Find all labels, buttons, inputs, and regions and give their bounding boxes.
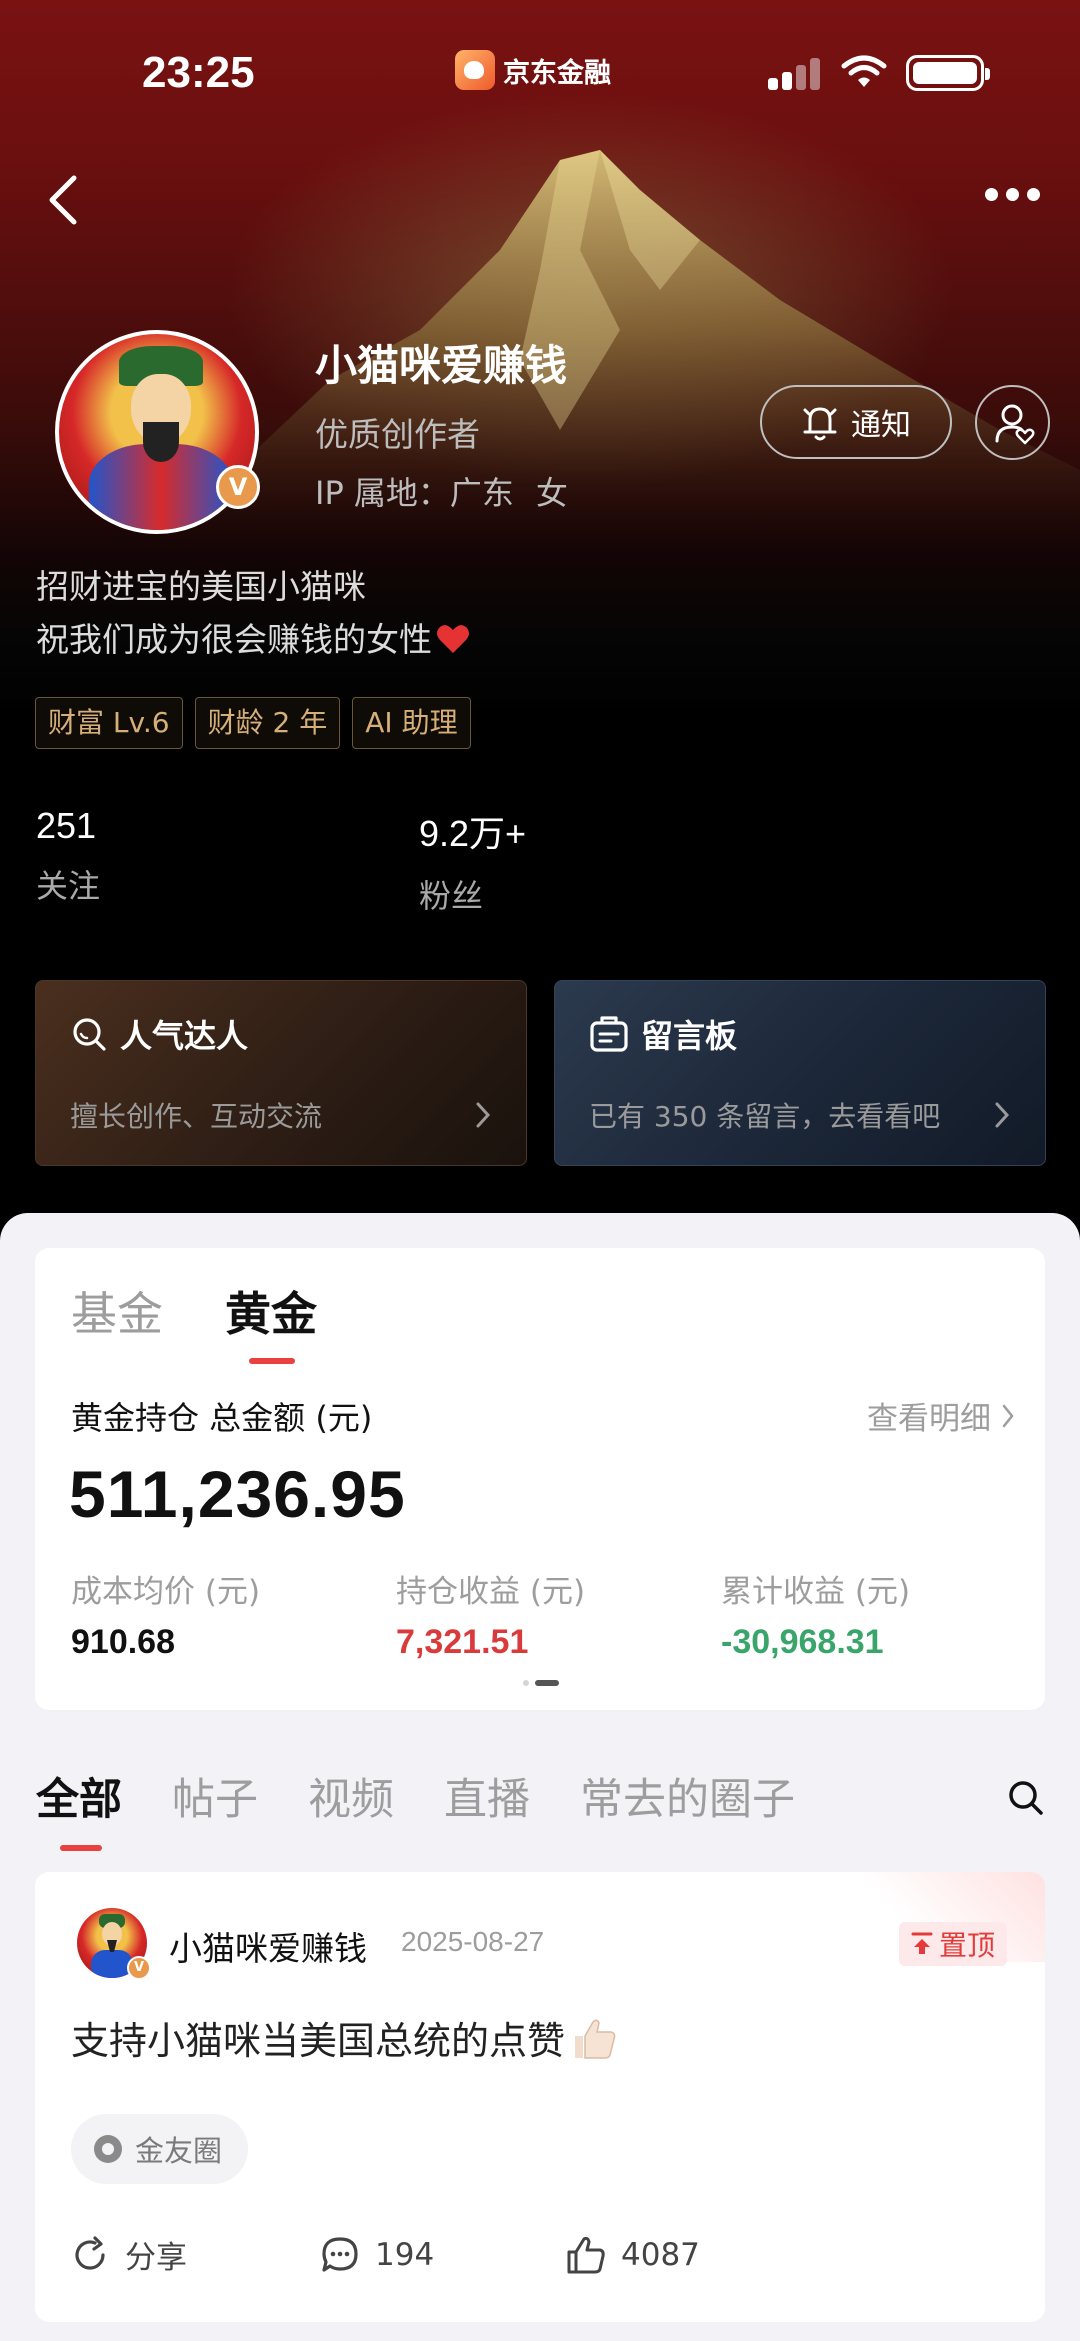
comment-button[interactable]: 194: [319, 2232, 565, 2277]
message-board-card[interactable]: 留言板 已有 350 条留言，去看看吧: [554, 980, 1046, 1166]
tab-live[interactable]: 直播: [444, 1765, 530, 1827]
stat-holding-profit: 持仓收益 (元) 7,321.51: [396, 1566, 585, 1662]
cellular-signal-icon: [768, 58, 822, 90]
search-icon[interactable]: [1006, 1778, 1046, 1818]
followers-count: 9.2万+: [419, 813, 527, 854]
message-board-title: 留言板: [641, 1017, 738, 1055]
post-actions: 分享 194 4087: [71, 2232, 700, 2277]
message-board-subtitle: 已有 350 条留言，去看看吧: [589, 1100, 941, 1133]
stat-total-profit: 累计收益 (元) -30,968.31: [721, 1566, 910, 1662]
profile-location: IP 属地：广东女: [315, 468, 568, 514]
following-label: 关注: [36, 867, 101, 905]
holding-profit-value: 7,321.51: [396, 1623, 529, 1661]
comment-icon: [322, 2236, 358, 2272]
bio-line-2: 祝我们成为很会赚钱的女性: [36, 620, 432, 659]
post-card[interactable]: V 小猫咪爱赚钱 2025-08-27 置顶 支持小猫咪当美国总统的点赞 金友圈…: [35, 1872, 1045, 2322]
followers-label: 粉丝: [419, 877, 484, 915]
thumbs-up-icon: [567, 2236, 605, 2273]
more-options-icon[interactable]: [985, 188, 1040, 201]
holdings-total: 511,236.95: [69, 1457, 406, 1531]
page-indicator: [523, 1680, 559, 1686]
verified-badge-icon: V: [127, 1956, 151, 1980]
bio-line-1: 招财进宝的美国小猫咪: [36, 567, 366, 606]
stat-cost-avg: 成本均价 (元) 910.68: [71, 1566, 260, 1662]
popular-creator-subtitle: 擅长创作、互动交流: [70, 1100, 323, 1133]
holdings-title: 黄金持仓 总金额 (元): [71, 1399, 373, 1437]
status-bar: 23:25 京东金融: [0, 0, 1080, 140]
profile-role: 优质创作者: [315, 415, 480, 454]
popular-creator-title: 人气达人: [120, 1017, 249, 1055]
tab-all[interactable]: 全部: [36, 1765, 122, 1851]
wifi-icon: [841, 55, 887, 87]
like-button[interactable]: 4087: [565, 2232, 700, 2277]
bio-line-2-wrap: 祝我们成为很会赚钱的女性: [36, 613, 470, 666]
tab-posts[interactable]: 帖子: [172, 1765, 258, 1827]
tab-gold[interactable]: 黄金: [225, 1278, 317, 1364]
profile-bio: 招财进宝的美国小猫咪 祝我们成为很会赚钱的女性: [36, 560, 470, 666]
post-date: 2025-08-27: [401, 1926, 545, 1957]
ip-location: IP 属地：广东: [315, 474, 514, 512]
thumbs-up-emoji-icon: [575, 2019, 616, 2059]
pin-top-icon: [911, 1932, 933, 1954]
pinned-badge: 置顶: [899, 1922, 1008, 1966]
share-button[interactable]: 分享: [71, 2232, 319, 2277]
profile-tags: 财富 Lv.6 财龄 2 年 AI 助理: [35, 697, 471, 749]
stat-followers[interactable]: 9.2万+ 粉丝: [419, 805, 526, 917]
tag-wealth-level[interactable]: 财富 Lv.6: [35, 697, 183, 749]
view-details-label: 查看明细: [867, 1401, 991, 1437]
heart-emoji-icon: [437, 625, 469, 653]
holdings-tabs: 基金 黄金: [71, 1278, 317, 1364]
feed-tabs: 全部 帖子 视频 直播 常去的圈子: [36, 1765, 795, 1851]
tag-wealth-age[interactable]: 财龄 2 年: [194, 697, 341, 749]
share-label: 分享: [125, 2240, 187, 2276]
notify-label: 通知: [851, 408, 911, 443]
chevron-right-icon: [476, 1102, 491, 1128]
profile-name: 小猫咪爱赚钱: [315, 341, 568, 390]
post-text-content: 支持小猫咪当美国总统的点赞: [71, 2019, 566, 2063]
following-count: 251: [36, 805, 97, 846]
total-profit-label: 累计收益 (元): [721, 1574, 911, 1610]
circle-chip[interactable]: 金友圈: [71, 2114, 249, 2184]
share-icon: [75, 2235, 105, 2270]
gender: 女: [535, 474, 568, 512]
back-icon[interactable]: [40, 170, 90, 230]
jd-finance-logo-icon: [455, 50, 495, 90]
message-board-icon: [590, 1016, 628, 1052]
tab-videos[interactable]: 视频: [308, 1765, 394, 1827]
follow-user-button[interactable]: [975, 385, 1050, 460]
popular-creator-card[interactable]: 人气达人 擅长创作、互动交流: [35, 980, 527, 1166]
verified-badge-icon: V: [216, 465, 260, 509]
total-profit-value: -30,968.31: [721, 1623, 884, 1661]
cost-avg-label: 成本均价 (元): [71, 1574, 261, 1610]
view-details-link[interactable]: 查看明细: [867, 1393, 1015, 1438]
post-text: 支持小猫咪当美国总统的点赞: [71, 2010, 619, 2065]
chevron-right-icon: [995, 1102, 1010, 1128]
chevron-right-icon: [1002, 1404, 1014, 1427]
post-author-name[interactable]: 小猫咪爱赚钱: [169, 1922, 367, 1970]
search-icon: [73, 1018, 106, 1051]
tag-ai-assistant[interactable]: AI 助理: [352, 697, 471, 749]
circle-name: 金友圈: [135, 2134, 223, 2168]
tab-frequent-circles[interactable]: 常去的圈子: [580, 1765, 795, 1827]
stat-following[interactable]: 251 关注: [36, 805, 100, 907]
holding-profit-label: 持仓收益 (元): [396, 1574, 586, 1610]
bell-icon: [803, 407, 837, 441]
circle-icon: [94, 2135, 122, 2163]
status-app-indicator: 京东金融: [455, 50, 611, 90]
pinned-label: 置顶: [939, 1929, 996, 1962]
status-time: 23:25: [142, 48, 255, 97]
comment-count: 194: [375, 2236, 435, 2273]
status-app-name: 京东金融: [503, 57, 611, 89]
cost-avg-value: 910.68: [71, 1623, 175, 1661]
tab-fund[interactable]: 基金: [71, 1278, 163, 1344]
user-heart-icon: [995, 404, 1035, 445]
holdings-card: 基金 黄金 黄金持仓 总金额 (元) 查看明细 511,236.95 成本均价 …: [35, 1248, 1045, 1710]
like-count: 4087: [621, 2236, 700, 2273]
battery-icon: [906, 55, 990, 91]
notify-button[interactable]: 通知: [760, 385, 952, 459]
